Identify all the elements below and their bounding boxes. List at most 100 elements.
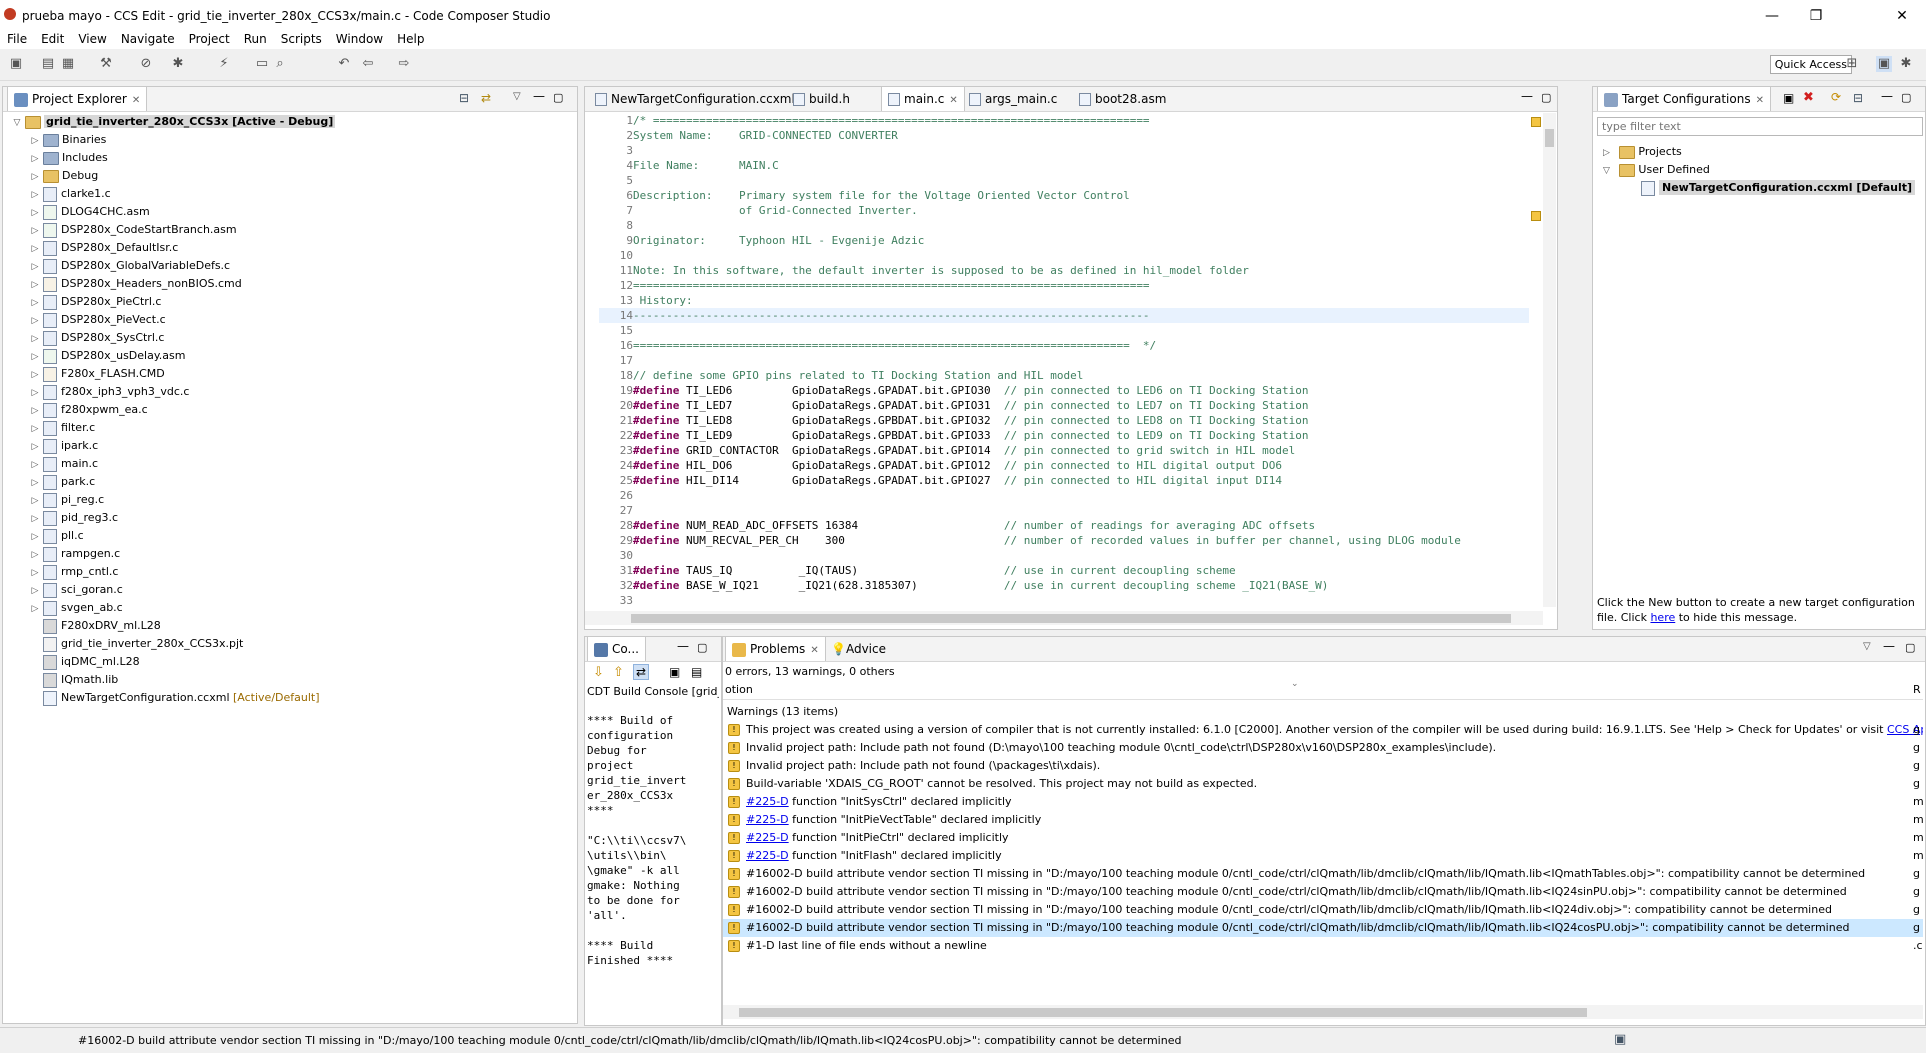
new-console-icon[interactable]: ▣ xyxy=(669,665,680,679)
menu-project[interactable]: Project xyxy=(182,30,237,48)
chevron-right-icon[interactable]: ▷ xyxy=(27,312,43,330)
problem-row[interactable]: ! Build-variable 'XDAIS_CG_ROOT' cannot b… xyxy=(723,775,1923,793)
chevron-right-icon[interactable]: ▷ xyxy=(27,276,43,294)
problem-id-link[interactable]: #225-D xyxy=(746,831,789,844)
tab-project-explorer[interactable]: Project Explorer ✕ xyxy=(7,87,148,111)
problem-row[interactable]: ! #225-D function "InitPieVectTable" decl… xyxy=(723,811,1923,829)
menu-file[interactable]: File xyxy=(0,30,34,48)
view-menu-icon[interactable]: ▽ xyxy=(1863,641,1871,652)
chevron-right-icon[interactable]: ▷ xyxy=(27,186,43,204)
tree-item[interactable]: ▷ pi_reg.c xyxy=(27,491,104,509)
problem-row[interactable]: ! #225-D function "InitPieCtrl" declared … xyxy=(723,829,1923,847)
column-description[interactable]: otion xyxy=(725,683,753,696)
close-icon[interactable]: ✕ xyxy=(1756,95,1764,106)
chevron-right-icon[interactable]: ▷ xyxy=(27,420,43,438)
tree-item-target-config[interactable]: NewTargetConfiguration.ccxml [Default] xyxy=(1641,179,1916,197)
tree-item[interactable]: ▷ DSP280x_GlobalVariableDefs.c xyxy=(27,257,230,275)
maximize-view-icon[interactable]: ▢ xyxy=(553,91,563,104)
refresh-icon[interactable]: ⟳ xyxy=(1831,90,1841,104)
tree-item[interactable]: ▷ sci_goran.c xyxy=(27,581,123,599)
tree-item[interactable]: ▷ DSP280x_usDelay.asm xyxy=(27,347,185,365)
tree-item[interactable]: ▷ svgen_ab.c xyxy=(27,599,123,617)
console-icon[interactable]: ▭ xyxy=(254,56,270,72)
chevron-right-icon[interactable]: ▷ xyxy=(27,546,43,564)
scroll-thumb[interactable] xyxy=(739,1008,1587,1017)
chevron-right-icon[interactable]: ▷ xyxy=(27,204,43,222)
problem-row[interactable]: ! #16002-D build attribute vendor section… xyxy=(723,919,1923,937)
back-icon[interactable]: ⇦ xyxy=(360,56,376,72)
tree-item[interactable]: ▷ f280x_iph3_vph3_vdc.c xyxy=(27,383,189,401)
tab-editor-file[interactable]: build.h xyxy=(787,87,856,111)
tree-item[interactable]: ▷ DSP280x_Headers_nonBIOS.cmd xyxy=(27,275,242,293)
project-root[interactable]: ▽ grid_tie_inverter_280x_CCS3x [Active - … xyxy=(9,113,336,132)
chevron-right-icon[interactable]: ▷ xyxy=(27,168,43,186)
menu-run[interactable]: Run xyxy=(237,30,274,48)
tab-target-configurations[interactable]: Target Configurations ✕ xyxy=(1597,87,1771,111)
search-icon[interactable]: ⌕ xyxy=(272,56,288,72)
minimize-view-icon[interactable]: — xyxy=(677,639,689,653)
tree-item[interactable]: ▷ f280xpwm_ea.c xyxy=(27,401,148,419)
tree-item[interactable]: ▷ Includes xyxy=(27,149,108,167)
tree-item[interactable]: ▷ DSP280x_CodeStartBranch.asm xyxy=(27,221,237,239)
tree-item[interactable]: ▷ pid_reg3.c xyxy=(27,509,118,527)
tree-item[interactable]: grid_tie_inverter_280x_CCS3x.pjt xyxy=(27,635,243,653)
prev-edit-icon[interactable]: ↶ xyxy=(336,56,352,72)
warnings-group[interactable]: Warnings (13 items) xyxy=(727,703,838,721)
flash-icon[interactable]: ⚡ xyxy=(216,56,232,72)
tree-item[interactable]: ▷ park.c xyxy=(27,473,95,491)
chevron-right-icon[interactable]: ▷ xyxy=(27,492,43,510)
tree-item[interactable]: ▷ main.c xyxy=(27,455,98,473)
tab-editor-file[interactable]: main.c ✕ xyxy=(881,87,965,111)
code-editor[interactable]: 1/* ====================================… xyxy=(599,113,1535,607)
tree-item[interactable]: ▷ pll.c xyxy=(27,527,84,545)
problem-row[interactable]: ! Invalid project path: Include path not … xyxy=(723,757,1923,775)
tab-editor-file[interactable]: args_main.c xyxy=(963,87,1063,111)
minimize-button[interactable]: — xyxy=(1750,5,1794,27)
tab-problems[interactable]: Problems ✕ xyxy=(725,637,826,661)
tree-item[interactable]: iqDMC_ml.L28 xyxy=(27,653,140,671)
tree-item[interactable]: ▷ clarke1.c xyxy=(27,185,111,203)
problem-row[interactable]: ! #16002-D build attribute vendor section… xyxy=(723,865,1923,883)
chevron-right-icon[interactable]: ▷ xyxy=(27,330,43,348)
target-filter-input[interactable] xyxy=(1597,117,1923,136)
tree-item[interactable]: ▷ F280x_FLASH.CMD xyxy=(27,365,165,383)
tree-item[interactable]: ▷ DSP280x_DefaultIsr.c xyxy=(27,239,178,257)
progress-icon[interactable]: ▣ xyxy=(1614,1032,1626,1047)
tree-item[interactable]: ▷ rampgen.c xyxy=(27,545,120,563)
menu-view[interactable]: View xyxy=(71,30,113,48)
chevron-right-icon[interactable]: ▷ xyxy=(27,474,43,492)
chevron-right-icon[interactable]: ▷ xyxy=(27,384,43,402)
forward-icon[interactable]: ⇨ xyxy=(396,56,412,72)
chevron-right-icon[interactable]: ▷ xyxy=(27,150,43,168)
ccs-edit-perspective-icon[interactable]: ▣ xyxy=(1876,56,1892,72)
menu-edit[interactable]: Edit xyxy=(34,30,71,48)
menu-scripts[interactable]: Scripts xyxy=(274,30,329,48)
tree-item[interactable]: ▷ Debug xyxy=(27,167,98,185)
chevron-right-icon[interactable]: ▷ xyxy=(27,600,43,618)
scroll-thumb[interactable] xyxy=(631,614,1511,623)
tree-item[interactable]: NewTargetConfiguration.ccxml [Active/Def… xyxy=(27,689,320,707)
menu-navigate[interactable]: Navigate xyxy=(114,30,182,48)
chevron-right-icon[interactable]: ▷ xyxy=(27,222,43,240)
tree-item[interactable]: ▷ Binaries xyxy=(27,131,106,149)
problems-horizontal-scrollbar[interactable] xyxy=(723,1005,1923,1019)
problem-id-link[interactable]: #225-D xyxy=(746,795,789,808)
tree-item[interactable]: ▷ filter.c xyxy=(27,419,95,437)
close-icon[interactable]: ✕ xyxy=(949,95,957,106)
minimize-view-icon[interactable]: — xyxy=(1881,89,1893,103)
tab-editor-file[interactable]: NewTargetConfiguration.ccxml xyxy=(589,87,801,111)
tree-item[interactable]: F280xDRV_ml.L28 xyxy=(27,617,161,635)
quick-access-field[interactable]: Quick Access xyxy=(1769,55,1852,74)
chevron-right-icon[interactable]: ▷ xyxy=(27,564,43,582)
tab-console[interactable]: Co... xyxy=(587,637,646,661)
problem-row[interactable]: ! #16002-D build attribute vendor section… xyxy=(723,883,1923,901)
chevron-down-icon[interactable]: ▽ xyxy=(9,114,25,132)
problem-row[interactable]: ! #225-D function "InitFlash" declared im… xyxy=(723,847,1923,865)
delete-icon[interactable]: ✖ xyxy=(1803,90,1814,105)
editor-horizontal-scrollbar[interactable] xyxy=(585,611,1543,625)
collapse-all-icon[interactable]: ⊟ xyxy=(1853,91,1863,105)
chevron-right-icon[interactable]: ▷ xyxy=(27,132,43,150)
minimize-view-icon[interactable]: — xyxy=(1521,89,1533,103)
tree-item-projects[interactable]: ▷ Projects xyxy=(1603,143,1682,161)
problem-row[interactable]: ! #16002-D build attribute vendor section… xyxy=(723,901,1923,919)
